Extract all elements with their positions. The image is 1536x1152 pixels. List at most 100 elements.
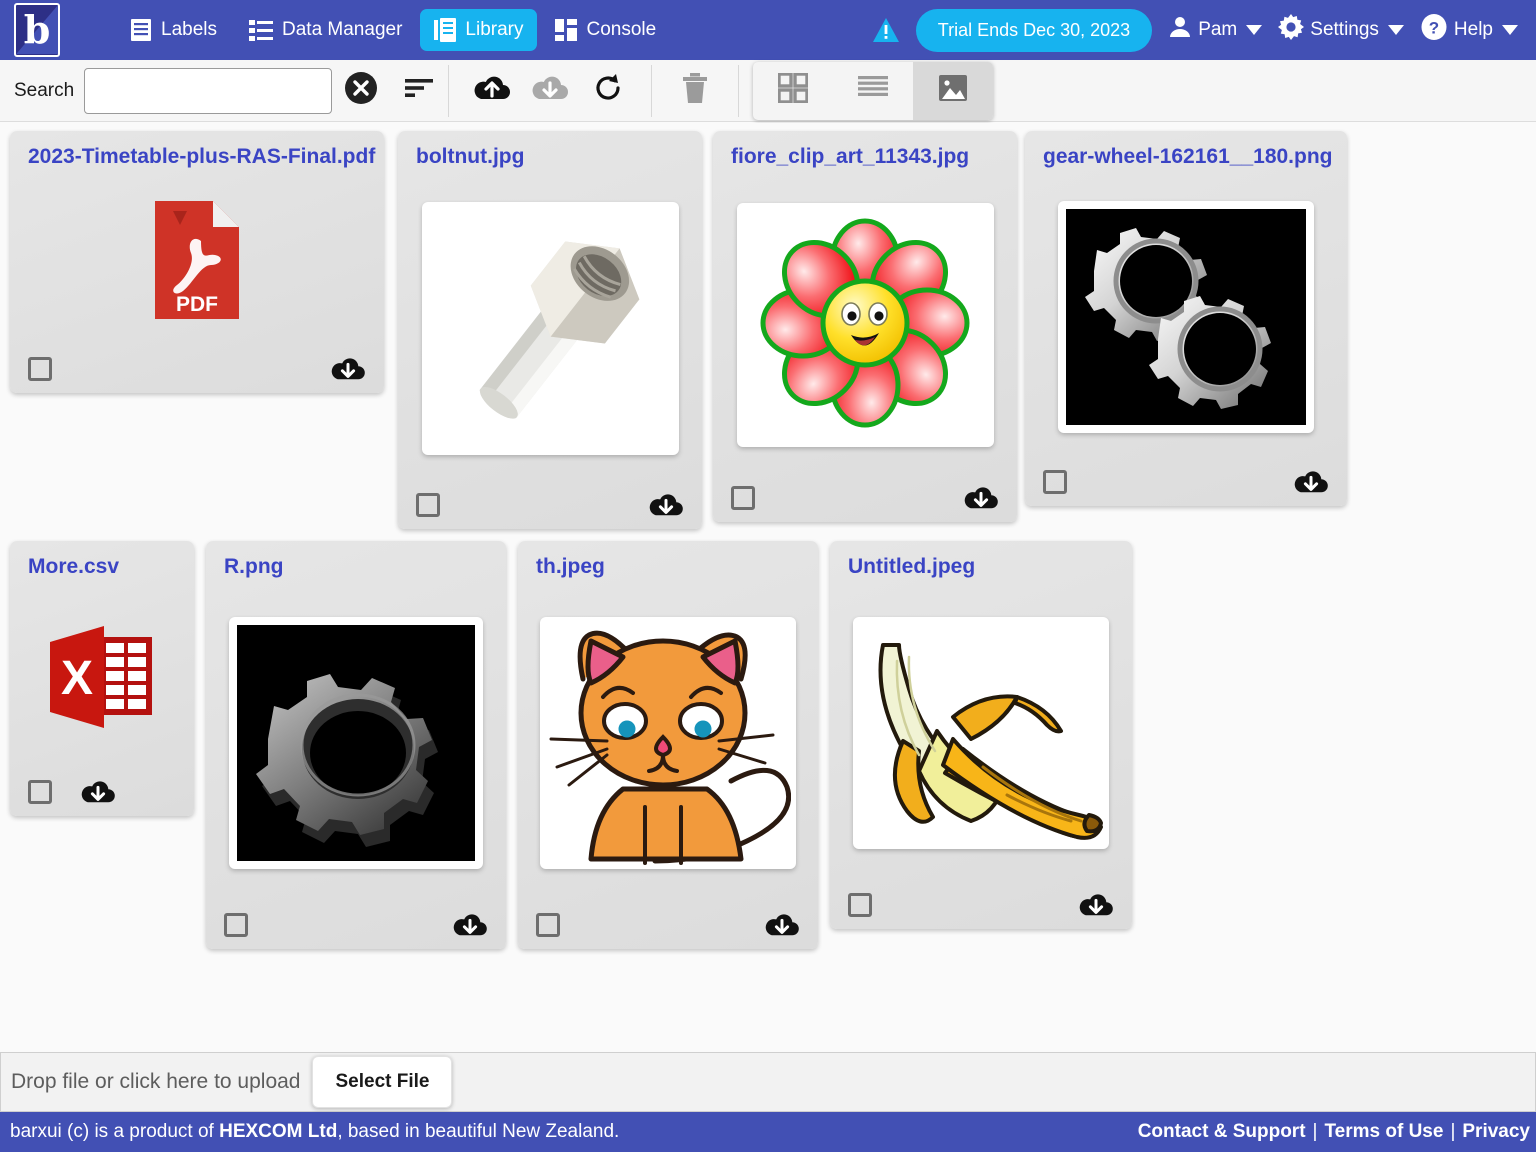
file-checkbox[interactable] <box>731 486 755 510</box>
csv-badge: X <box>61 652 93 705</box>
file-checkbox[interactable] <box>416 493 440 517</box>
file-name: Untitled.jpeg <box>848 555 976 578</box>
view-list-button[interactable] <box>833 62 913 120</box>
chevron-down-icon <box>1502 25 1518 35</box>
refresh-button[interactable] <box>579 67 637 115</box>
view-grid-button[interactable] <box>753 62 833 120</box>
nav-label: Library <box>465 19 524 40</box>
footer-links: Contact & Support | Terms of Use | Priva… <box>1138 1121 1530 1143</box>
cloud-download-icon <box>765 914 799 936</box>
delete-button[interactable] <box>666 67 724 115</box>
csv-icon: X <box>50 625 152 728</box>
cloud-download-icon <box>649 494 683 516</box>
grid-icon <box>777 72 809 108</box>
footer-link-contact[interactable]: Contact & Support <box>1138 1121 1306 1143</box>
select-file-button[interactable]: Select File <box>312 1056 453 1108</box>
upload-button[interactable] <box>463 67 521 115</box>
dashboard-icon <box>555 19 578 41</box>
footer-link-privacy[interactable]: Privacy <box>1462 1121 1530 1143</box>
file-card[interactable]: Untitled.jpeg <box>830 541 1132 929</box>
file-checkbox[interactable] <box>1043 470 1067 494</box>
settings-menu[interactable]: Settings <box>1278 14 1404 46</box>
banana-image <box>857 621 1105 845</box>
file-card[interactable]: gear-wheel-162161__180.png <box>1025 131 1347 506</box>
footer-link-terms[interactable]: Terms of Use <box>1324 1121 1443 1143</box>
card-footer <box>536 911 800 939</box>
app-header: b Labels Data Manager Library Console Tr… <box>0 0 1536 60</box>
warning-triangle-icon[interactable] <box>872 17 900 43</box>
app-footer: barxui (c) is a product of HEXCOM Ltd, b… <box>0 1112 1536 1152</box>
delete-group <box>652 60 738 121</box>
footer-separator: | <box>1312 1121 1318 1142</box>
app-logo[interactable]: b <box>14 3 60 57</box>
card-footer <box>848 891 1114 919</box>
library-toolbar: Search <box>0 60 1536 122</box>
help-menu[interactable]: ? Help <box>1420 13 1518 47</box>
file-checkbox[interactable] <box>28 357 52 381</box>
nav-item-labels[interactable]: Labels <box>116 9 231 51</box>
card-footer <box>1043 468 1329 496</box>
clear-search-icon <box>344 71 378 110</box>
nav-label: Data Manager <box>282 19 403 40</box>
search-input[interactable] <box>84 67 333 114</box>
refresh-icon <box>592 72 624 109</box>
file-card[interactable]: R.png <box>206 541 506 949</box>
file-name: R.png <box>224 555 284 578</box>
svg-text:?: ? <box>1429 19 1439 38</box>
file-checkbox[interactable] <box>224 913 248 937</box>
image-icon <box>938 73 968 108</box>
logo-letter: b <box>23 7 51 52</box>
file-thumbnail <box>731 179 999 470</box>
toolbar-divider <box>738 64 740 117</box>
file-checkbox[interactable] <box>536 913 560 937</box>
card-footer <box>28 355 366 383</box>
nav-item-library[interactable]: Library <box>420 9 538 51</box>
cloud-download-icon <box>81 781 115 803</box>
download-button[interactable] <box>521 67 579 115</box>
file-checkbox[interactable] <box>848 893 872 917</box>
file-actions <box>449 60 651 121</box>
footer-company: HEXCOM Ltd <box>219 1121 338 1142</box>
trash-icon <box>681 72 709 109</box>
file-thumbnail: X <box>28 589 176 764</box>
file-download-button[interactable] <box>1293 468 1329 496</box>
file-thumbnail: PDF <box>28 179 366 341</box>
nav-item-data-manager[interactable]: Data Manager <box>235 10 416 50</box>
file-card[interactable]: th.jpeg <box>518 541 818 949</box>
cloud-download-icon <box>531 73 569 108</box>
nav-item-console[interactable]: Console <box>541 10 670 50</box>
file-name: boltnut.jpg <box>416 145 525 168</box>
file-download-button[interactable] <box>648 491 684 519</box>
clear-search-button[interactable] <box>332 67 390 115</box>
file-download-button[interactable] <box>1078 891 1114 919</box>
view-image-button[interactable] <box>913 61 994 120</box>
upload-dropzone[interactable]: Drop file or click here to upload Select… <box>0 1052 1536 1112</box>
cloud-download-icon <box>1294 471 1328 493</box>
chevron-down-icon <box>1387 25 1404 35</box>
user-menu[interactable]: Pam <box>1168 15 1263 45</box>
footer-copy-suffix: , based in beautiful New Zealand. <box>337 1121 620 1142</box>
help-menu-label: Help <box>1453 19 1493 40</box>
settings-menu-label: Settings <box>1310 19 1379 40</box>
library-content: 2023-Timetable-plus-RAS-Final.pdf PDF bo <box>0 123 1536 1052</box>
user-menu-label: Pam <box>1198 19 1238 40</box>
file-download-button[interactable] <box>80 778 116 806</box>
file-download-button[interactable] <box>330 355 366 383</box>
file-name: More.csv <box>28 555 120 578</box>
list-lines-icon <box>858 75 889 106</box>
sort-button[interactable] <box>390 67 448 115</box>
file-card[interactable]: fiore_clip_art_11343.jpg <box>713 131 1017 522</box>
view-mode-group <box>753 61 994 120</box>
file-download-button[interactable] <box>963 484 999 512</box>
file-card[interactable]: boltnut.jpg <box>398 131 702 529</box>
file-checkbox[interactable] <box>28 780 52 804</box>
person-icon <box>1168 15 1192 45</box>
card-footer <box>28 778 176 806</box>
trial-badge[interactable]: Trial Ends Dec 30, 2023 <box>915 8 1153 52</box>
file-download-button[interactable] <box>764 911 800 939</box>
file-name: th.jpeg <box>536 555 605 578</box>
list-icon <box>249 19 273 41</box>
file-download-button[interactable] <box>452 911 488 939</box>
file-card[interactable]: 2023-Timetable-plus-RAS-Final.pdf PDF <box>10 131 384 393</box>
file-card[interactable]: More.csv X <box>10 541 194 816</box>
